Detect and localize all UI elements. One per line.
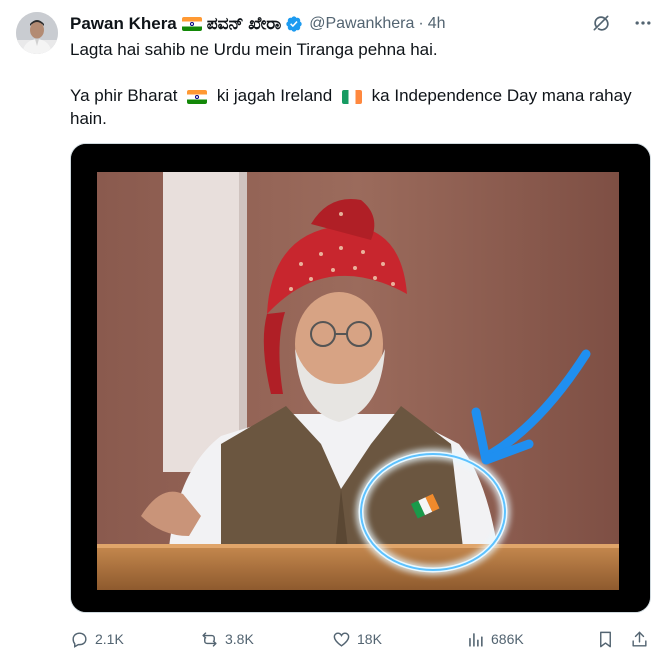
timestamp[interactable]: 4h: [428, 15, 446, 33]
repost-icon: [202, 631, 217, 647]
views-icon: [469, 632, 483, 647]
tweet-card[interactable]: Pawan Khera ಪವನ್ ಖೇರಾ @Pawankhera · 4h L…: [0, 0, 670, 664]
repost-button[interactable]: 3.8K: [200, 630, 254, 649]
india-flag-icon: [181, 17, 202, 31]
ireland-flag-icon: [341, 89, 362, 104]
author-handle[interactable]: @Pawankhera: [309, 15, 414, 33]
tweet-image[interactable]: [70, 143, 651, 613]
tweet-line-2: Ya phir Bharat ki jagah Ireland ka Indep…: [70, 84, 640, 130]
tweet-line-2-part-1: Ya phir Bharat: [70, 86, 178, 105]
tweet-line-1: Lagta hai sahib ne Urdu mein Tiranga peh…: [70, 40, 438, 59]
bookmark-icon: [600, 631, 611, 647]
repost-count: 3.8K: [225, 631, 254, 647]
like-icon: [333, 631, 350, 647]
more-icon[interactable]: [632, 12, 654, 34]
separator-dot: ·: [418, 15, 424, 32]
reply-icon: [72, 631, 87, 648]
bookmark-button[interactable]: [596, 630, 615, 649]
photo-illustration: [71, 144, 650, 612]
action-bar: 2.1K 3.8K 18K 686K: [70, 626, 654, 652]
like-button[interactable]: 18K: [332, 630, 382, 649]
author-alt-name[interactable]: ಪವನ್ ಖೇರಾ: [207, 14, 281, 34]
verified-icon: [285, 15, 303, 33]
reply-count: 2.1K: [95, 631, 124, 647]
avatar[interactable]: [16, 12, 58, 54]
share-icon: [632, 631, 647, 647]
tweet-text: Lagta hai sahib ne Urdu mein Tiranga peh…: [70, 38, 640, 153]
india-flag-icon: [187, 89, 208, 104]
views-count: 686K: [491, 631, 524, 647]
reply-button[interactable]: 2.1K: [70, 630, 124, 649]
tweet-line-2-part-2: ki jagah Ireland: [216, 86, 333, 105]
grok-icon[interactable]: [590, 12, 612, 34]
tweet-header: Pawan Khera ಪವನ್ ಖೇರಾ @Pawankhera · 4h: [70, 12, 654, 36]
author-name[interactable]: Pawan Khera: [70, 14, 177, 34]
views-button[interactable]: 686K: [466, 630, 524, 649]
like-count: 18K: [357, 631, 382, 647]
share-button[interactable]: [630, 630, 649, 649]
